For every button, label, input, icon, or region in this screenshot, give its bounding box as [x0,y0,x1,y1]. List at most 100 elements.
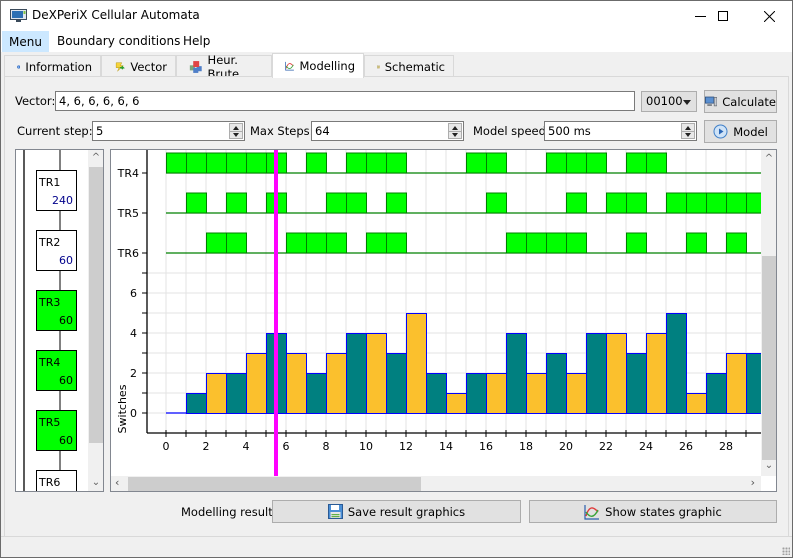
y-tick-label: 2 [130,367,137,380]
close-button[interactable] [746,1,792,31]
max-steps-spinner[interactable] [448,123,462,139]
bar-step-29 [746,353,767,414]
tab-modelling[interactable]: Modelling [272,53,364,78]
trigger-list-scroll-thumb[interactable] [89,167,103,443]
y-tick-label: 4 [130,327,137,340]
timing-pulse [226,192,247,214]
timing-pulse [506,232,527,254]
bar-step-10 [366,333,387,414]
trigger-name: TR2 [38,236,60,249]
maximize-button[interactable] [700,1,746,31]
trigger-name: TR5 [38,416,60,429]
vector-label: Vector: [15,94,56,108]
vector-icon [115,62,125,71]
current-step-spinner[interactable] [229,123,243,139]
model-speed-spinner[interactable] [681,123,695,139]
timing-pulse [206,152,227,174]
rule-combo-value: 00100 [646,94,683,108]
trigger-block-tr5: TR560 [36,410,77,451]
bar-step-24 [646,333,667,414]
show-states-graphic-label: Show states graphic [605,504,722,519]
info-icon [17,64,21,69]
timing-pulse [546,152,567,174]
show-states-graphic-button[interactable]: Show states graphic [529,500,777,523]
trigger-block-tr1: TR1240 [36,170,77,211]
timing-row-label: TR6 [117,247,139,260]
y-axis-label: Switches [116,384,129,433]
chart-icon [285,61,294,71]
save-result-graphics-button[interactable]: Save result graphics [272,500,521,523]
timing-pulse [566,152,587,174]
trigger-list-scrollbar[interactable]: ^ ⌄ [88,150,103,491]
timing-pulse [466,152,487,174]
model-speed-label: Model speed: [473,124,550,138]
timing-pulse [526,232,547,254]
model-speed-value: 500 ms [548,124,591,138]
tab-heur-brute[interactable]: Heur. Brute [176,53,272,81]
timing-pulse [326,192,347,214]
menu-menu[interactable]: Menu [2,31,49,52]
timing-pulse [166,152,187,174]
rule-combo[interactable]: 00100 [641,91,697,112]
chart-scroll-left-icon[interactable]: ‹ [115,476,119,489]
max-steps-label: Max Steps: [250,124,314,138]
timing-pulse [486,192,507,214]
chart-scroll-up-icon[interactable]: ^ [761,153,776,164]
tab-bar: Information Vector Heur. Brute Modelling… [1,52,792,81]
trigger-value: 60 [59,374,73,387]
x-tick-label: 14 [439,440,453,453]
bar-step-21 [586,333,607,414]
scroll-up-icon[interactable]: ^ [88,152,103,163]
model-button[interactable]: Model [704,120,777,143]
bar-step-2 [206,373,227,414]
timing-pulse [186,152,207,174]
modelling-results-label: Modelling results: [181,505,283,519]
y-tick-label: 6 [130,287,137,300]
title-bar: DeXPeriX Cellular Automata [1,1,792,31]
menu-boundary-conditions[interactable]: Boundary conditions [51,31,186,52]
tab-modelling-label: Modelling [299,59,355,73]
trigger-block-tr3: TR360 [36,290,77,331]
chart-vertical-scrollbar[interactable]: ^ ⌄ [761,150,776,476]
x-tick-label: 8 [323,440,330,453]
x-tick-label: 22 [599,440,613,453]
trigger-value: 240 [52,194,73,207]
app-icon [10,9,27,22]
status-bar [1,536,792,557]
max-steps-input[interactable]: 64 [311,121,464,141]
vector-input[interactable]: 4, 6, 6, 6, 6, 6 [55,91,635,111]
tab-information[interactable]: Information [4,55,101,77]
calculate-button[interactable]: Calculate [704,90,777,113]
trigger-value: 60 [59,254,73,267]
chart-horizontal-scrollbar[interactable]: ‹ › [111,476,761,491]
bar-step-17 [506,333,527,414]
x-tick-label: 0 [163,440,170,453]
max-steps-value: 64 [315,124,330,138]
current-step-value: 5 [96,124,104,138]
timing-pulse [186,192,207,214]
tab-vector[interactable]: Vector [101,55,176,77]
bar-step-18 [526,373,547,414]
model-speed-input[interactable]: 500 ms [544,121,697,141]
maximize-icon [718,11,728,21]
y-tick-label: 0 [130,407,137,420]
bar-step-16 [486,373,507,414]
tab-schematic[interactable]: Schematic [364,55,454,77]
bar-step-28 [726,353,747,414]
chart-hscroll-thumb[interactable] [128,477,421,491]
bar-step-9 [346,333,367,414]
bar-step-4 [246,353,267,414]
chart-vscroll-thumb[interactable] [762,256,776,460]
chart-scroll-down-icon[interactable]: ⌄ [761,460,776,471]
current-step-input[interactable]: 5 [92,121,245,141]
trigger-name: TR6 [38,476,60,489]
timing-pulse [486,152,507,174]
timing-pulse [386,192,407,214]
timing-pulse [726,232,747,254]
resize-grip-icon[interactable] [782,547,790,555]
trigger-name: TR4 [38,356,60,369]
play-icon [713,124,728,139]
menu-help[interactable]: Help [177,31,216,52]
chart-scroll-right-icon[interactable]: › [751,476,755,489]
scroll-down-icon[interactable]: ⌄ [88,477,103,488]
